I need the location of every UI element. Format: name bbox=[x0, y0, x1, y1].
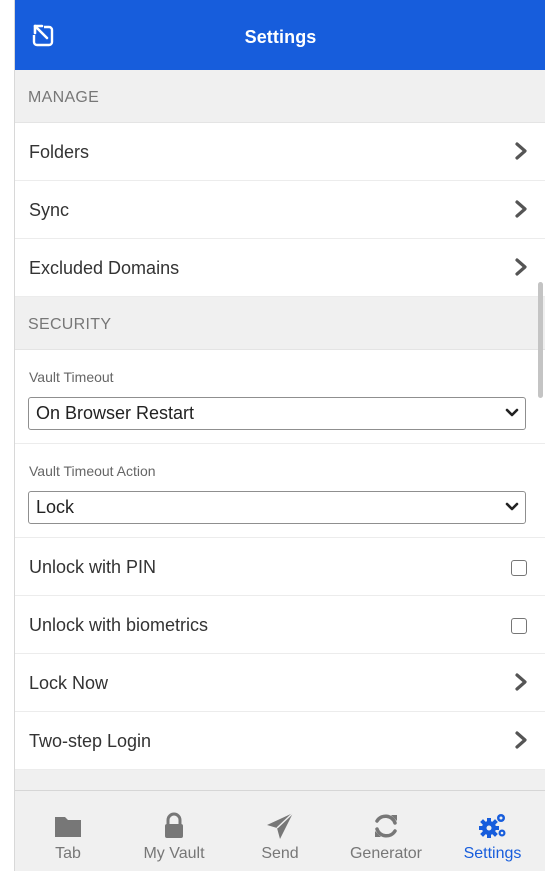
unlock-biometrics-label: Unlock with biometrics bbox=[29, 615, 209, 635]
vault-timeout-action-select[interactable]: Lock bbox=[28, 491, 526, 524]
vault-timeout-label: Vault Timeout bbox=[29, 369, 114, 385]
tab-settings[interactable]: Settings bbox=[439, 791, 545, 871]
sync-label: Sync bbox=[29, 200, 70, 220]
tab-label: Tab bbox=[55, 845, 81, 862]
vault-timeout-action-row: Vault Timeout Action Lock bbox=[15, 444, 545, 538]
tab-label: My Vault bbox=[143, 845, 205, 862]
scrollbar[interactable] bbox=[538, 282, 543, 398]
section-header-account: ACCOUNT bbox=[15, 770, 545, 790]
chevron-right-icon bbox=[515, 731, 527, 749]
unlock-pin-label: Unlock with PIN bbox=[29, 557, 157, 577]
lock-icon bbox=[165, 812, 183, 838]
cogs-icon bbox=[478, 814, 505, 838]
vault-timeout-action-value: Lock bbox=[36, 497, 75, 517]
tab-label: Settings bbox=[463, 845, 522, 862]
unlock-biometrics-row[interactable]: Unlock with biometrics bbox=[15, 596, 545, 654]
unlock-pin-row[interactable]: Unlock with PIN bbox=[15, 538, 545, 596]
lock-now-row[interactable]: Lock Now bbox=[15, 654, 545, 712]
vault-timeout-select[interactable]: On Browser Restart bbox=[28, 397, 526, 430]
tab-my-vault[interactable]: My Vault bbox=[121, 791, 227, 871]
tab-label: Send bbox=[261, 845, 299, 862]
popup-frame: Settings MANAGE Folders Sync Excluded Do… bbox=[14, 0, 545, 871]
two-step-login-label: Two-step Login bbox=[29, 731, 152, 751]
tab-label: Generator bbox=[349, 845, 423, 862]
folder-icon bbox=[55, 817, 81, 837]
tab-send[interactable]: Send bbox=[227, 791, 333, 871]
section-header-manage: MANAGE bbox=[15, 70, 545, 123]
folders-label: Folders bbox=[29, 142, 90, 162]
unlock-biometrics-checkbox[interactable] bbox=[511, 618, 527, 634]
refresh-icon bbox=[375, 814, 397, 838]
sync-row[interactable]: Sync bbox=[15, 181, 545, 239]
chevron-right-icon bbox=[515, 142, 527, 160]
chevron-right-icon bbox=[515, 258, 527, 276]
tab-bar: Tab My Vault Send Generator Settings bbox=[15, 790, 545, 871]
chevron-down-icon bbox=[505, 502, 519, 511]
chevron-right-icon bbox=[515, 673, 527, 691]
vault-timeout-value: On Browser Restart bbox=[36, 403, 195, 423]
chevron-right-icon bbox=[515, 200, 527, 218]
settings-content: MANAGE Folders Sync Excluded Domains SEC… bbox=[15, 70, 545, 790]
section-header-security: SECURITY bbox=[15, 297, 545, 350]
chevron-down-icon bbox=[505, 408, 519, 417]
folders-row[interactable]: Folders bbox=[15, 123, 545, 181]
header: Settings bbox=[15, 0, 545, 70]
tab-tab[interactable]: Tab bbox=[15, 791, 121, 871]
send-icon bbox=[267, 812, 294, 839]
excluded-domains-label: Excluded Domains bbox=[29, 258, 180, 278]
vault-timeout-action-label: Vault Timeout Action bbox=[29, 463, 156, 479]
page-title: Settings bbox=[244, 27, 317, 47]
unlock-pin-checkbox[interactable] bbox=[511, 560, 527, 576]
excluded-domains-row[interactable]: Excluded Domains bbox=[15, 239, 545, 297]
tab-generator[interactable]: Generator bbox=[333, 791, 439, 871]
two-step-login-row[interactable]: Two-step Login bbox=[15, 712, 545, 770]
lock-now-label: Lock Now bbox=[29, 673, 109, 693]
vault-timeout-row: Vault Timeout On Browser Restart bbox=[15, 350, 545, 444]
